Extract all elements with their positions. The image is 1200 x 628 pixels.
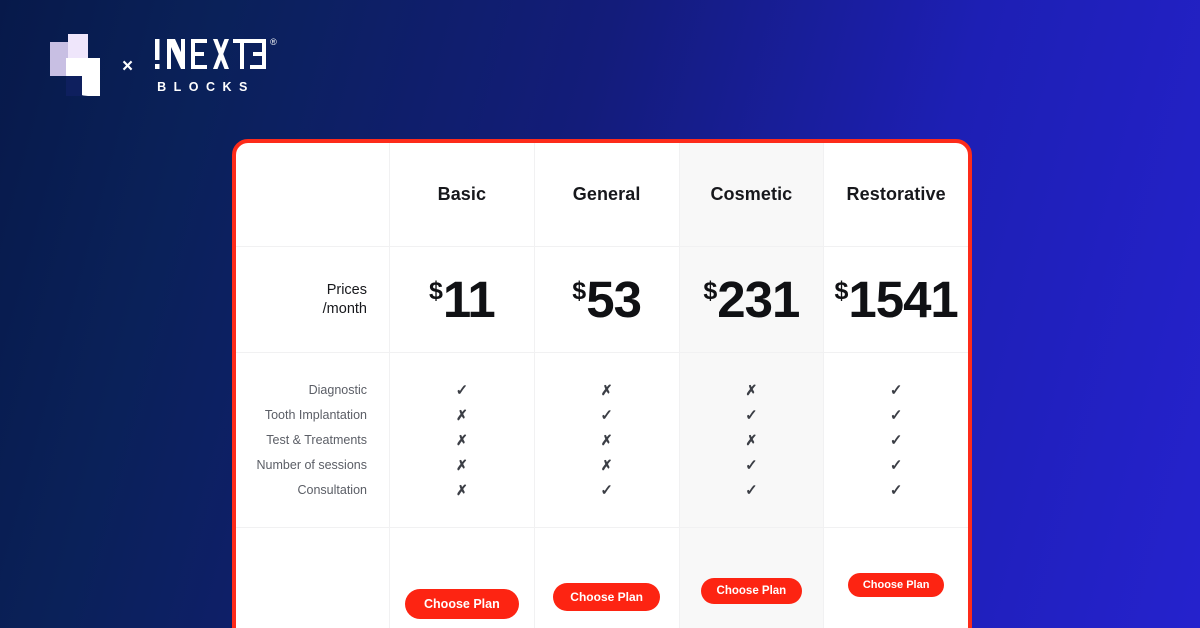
pricing-table: Basic General Cosmetic Restorative Price… xyxy=(236,143,968,628)
mark-notch xyxy=(66,76,82,96)
feature-label: Test & Treatments xyxy=(266,432,367,447)
feature-label: Diagnostic xyxy=(308,382,367,397)
cta-cell-restorative: Choose Plan xyxy=(823,528,968,628)
check-icon xyxy=(600,478,613,503)
prices-label-line1: Prices xyxy=(326,281,367,298)
prices-label-line2: /month xyxy=(322,300,367,317)
feature-label-list: Diagnostic Tooth Implantation Test & Tre… xyxy=(236,353,389,527)
cta-cell-general: Choose Plan xyxy=(533,528,679,628)
cta-row-label-cell xyxy=(236,528,389,628)
choose-plan-button-general[interactable]: Choose Plan xyxy=(553,583,660,611)
plan-header-restorative: Restorative xyxy=(823,143,968,246)
plan-name-label: General xyxy=(572,184,641,204)
cross-icon xyxy=(601,428,613,453)
currency-symbol: $ xyxy=(703,277,718,305)
pricing-cta-row: Choose Plan Choose Plan Choose Plan Choo… xyxy=(236,528,968,628)
registered-mark: ® xyxy=(270,37,277,47)
price-cell-restorative: $ 1541 xyxy=(823,247,968,352)
currency-symbol: $ xyxy=(428,277,443,305)
cross-icon xyxy=(601,453,613,478)
check-icon xyxy=(890,478,903,503)
price-cell-general: $ 53 xyxy=(533,247,679,352)
price-amount: 53 xyxy=(586,271,642,328)
plan-name-label: Basic xyxy=(437,184,487,204)
nexter-mark-icon xyxy=(48,34,100,96)
price-amount: 1541 xyxy=(848,271,958,328)
currency-symbol: $ xyxy=(572,277,587,305)
plan-name-label: Cosmetic xyxy=(710,184,793,204)
cross-icon xyxy=(601,378,613,403)
plan-header-cosmetic: Cosmetic xyxy=(678,143,824,246)
check-icon xyxy=(745,403,758,428)
wordmark-subtitle: BLOCKS xyxy=(157,80,255,94)
check-icon xyxy=(745,453,758,478)
price-cell-basic: $ 11 xyxy=(389,247,534,352)
choose-plan-button-restorative[interactable]: Choose Plan xyxy=(847,573,945,597)
brand-bar: × ® BLOCKS xyxy=(48,34,277,96)
cross-icon xyxy=(456,403,468,428)
pricing-header-row: Basic General Cosmetic Restorative xyxy=(236,143,968,247)
cross-icon xyxy=(456,478,468,503)
price-amount: 231 xyxy=(717,271,800,328)
feature-marks-restorative xyxy=(823,353,968,527)
check-icon xyxy=(890,378,903,403)
header-corner-cell xyxy=(236,143,389,246)
pricing-features-row: Diagnostic Tooth Implantation Test & Tre… xyxy=(236,353,968,528)
choose-plan-button-basic[interactable]: Choose Plan xyxy=(405,589,519,619)
price-amount: 11 xyxy=(442,271,496,328)
pricing-table-card: Basic General Cosmetic Restorative Price… xyxy=(232,139,972,628)
check-icon xyxy=(890,428,903,453)
pricing-price-row: Prices /month $ 11 $ 53 $ 231 $ 1541 xyxy=(236,247,968,353)
cross-icon xyxy=(456,428,468,453)
plan-header-general: General xyxy=(533,143,679,246)
check-icon xyxy=(745,478,758,503)
plan-name-label: Restorative xyxy=(846,184,946,204)
brand-separator-icon: × xyxy=(122,55,134,77)
nexter-wordmark-icon xyxy=(155,39,267,69)
plan-header-basic: Basic xyxy=(389,143,534,246)
feature-label: Number of sessions xyxy=(256,457,367,472)
feature-marks-basic xyxy=(389,353,534,527)
currency-symbol: $ xyxy=(834,277,849,305)
check-icon xyxy=(890,453,903,478)
choose-plan-button-cosmetic[interactable]: Choose Plan xyxy=(700,578,803,604)
cta-cell-cosmetic: Choose Plan xyxy=(678,528,824,628)
cross-icon xyxy=(456,453,468,478)
feature-label: Consultation xyxy=(297,482,368,497)
check-icon xyxy=(890,403,903,428)
feature-label: Tooth Implantation xyxy=(264,407,367,422)
prices-row-label: Prices /month xyxy=(236,247,389,352)
nexter-blocks-wordmark: ® BLOCKS xyxy=(155,36,277,94)
feature-marks-general xyxy=(533,353,679,527)
price-cell-cosmetic: $ 231 xyxy=(678,247,824,352)
check-icon xyxy=(600,403,613,428)
cross-icon xyxy=(746,378,758,403)
cross-icon xyxy=(746,428,758,453)
check-icon xyxy=(456,378,469,403)
feature-marks-cosmetic xyxy=(678,353,824,527)
cta-cell-basic: Choose Plan xyxy=(389,528,534,628)
